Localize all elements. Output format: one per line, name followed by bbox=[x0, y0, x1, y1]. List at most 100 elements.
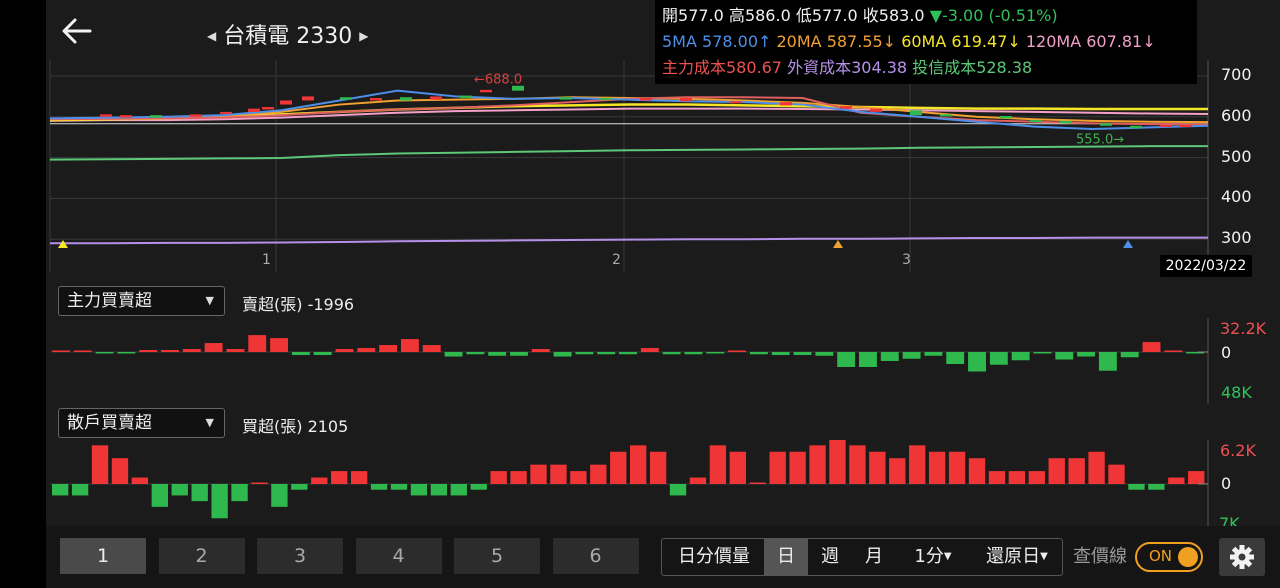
candle bbox=[600, 98, 612, 101]
indicator1-select[interactable]: 主力買賣超 ▼ bbox=[58, 286, 225, 316]
volume-bar bbox=[640, 348, 659, 352]
ma5-value: 5MA 578.00↑ bbox=[662, 32, 772, 51]
volume-bar bbox=[95, 352, 114, 354]
candle bbox=[1060, 120, 1072, 124]
volume-bar bbox=[946, 352, 965, 364]
volume-bar bbox=[470, 484, 487, 490]
volume-bar bbox=[749, 352, 768, 355]
stock-name: 台積電 bbox=[223, 24, 290, 49]
volume-bar bbox=[749, 482, 766, 484]
back-arrow-icon[interactable] bbox=[60, 14, 94, 48]
volume-bar bbox=[1028, 471, 1045, 484]
candle bbox=[870, 108, 882, 112]
caret-down-icon: ▼ bbox=[1040, 551, 1048, 562]
volume-bar bbox=[1033, 352, 1052, 354]
volume-bar bbox=[488, 352, 507, 356]
candle bbox=[1160, 124, 1172, 127]
page-tab-1[interactable]: 1 bbox=[60, 538, 146, 574]
volume-bar bbox=[370, 484, 388, 490]
candle bbox=[370, 98, 382, 101]
volume-bar bbox=[510, 471, 527, 484]
volume-bar bbox=[52, 484, 69, 496]
price-line-toggle[interactable]: ON bbox=[1135, 542, 1203, 572]
candle bbox=[430, 96, 442, 100]
main-cost: 主力成本580.67 bbox=[662, 58, 782, 77]
volume-bar bbox=[182, 349, 201, 352]
volume-bar bbox=[575, 352, 594, 355]
volume-bar bbox=[430, 484, 448, 496]
volume-bar bbox=[191, 484, 208, 502]
volume-bar bbox=[649, 451, 667, 484]
volume-bar bbox=[1077, 352, 1096, 357]
page-tab-5[interactable]: 5 bbox=[454, 538, 540, 574]
open-label: 開 bbox=[662, 6, 679, 25]
volume-bar bbox=[204, 343, 223, 352]
candle bbox=[940, 114, 952, 117]
page-tab-2[interactable]: 2 bbox=[158, 538, 245, 574]
next-stock-icon[interactable]: ▶ bbox=[359, 29, 368, 43]
x-tick-label: 1 bbox=[262, 252, 271, 268]
volume-bar bbox=[829, 440, 846, 484]
volume-bar bbox=[1008, 471, 1026, 484]
candle bbox=[560, 97, 572, 100]
volume-bar bbox=[450, 484, 467, 496]
volume-bar bbox=[111, 458, 129, 484]
tf-volume-button[interactable]: 日分價量 bbox=[668, 538, 760, 576]
candle bbox=[280, 100, 292, 105]
volume-bar bbox=[948, 451, 966, 484]
indicator1-summary: 賣超(張) -1996 bbox=[242, 295, 355, 314]
price-chart[interactable]: ←688.0 555.0→ bbox=[46, 60, 1280, 282]
high-label: 高 bbox=[728, 6, 745, 25]
tf-month-button[interactable]: 月 bbox=[854, 538, 894, 576]
candle bbox=[190, 114, 202, 117]
volume-bar bbox=[248, 335, 267, 352]
indicator2-chart[interactable] bbox=[46, 440, 1280, 526]
tf-day-button[interactable]: 日 bbox=[764, 538, 808, 576]
stock-code: 2330 bbox=[296, 24, 353, 49]
candle bbox=[840, 106, 852, 109]
volume-bar bbox=[1120, 352, 1139, 358]
restore-select[interactable]: 還原日▼ bbox=[975, 538, 1059, 576]
prev-stock-icon[interactable]: ◀ bbox=[207, 29, 216, 43]
volume-bar bbox=[1055, 352, 1074, 360]
candle bbox=[302, 96, 314, 101]
volume-bar bbox=[968, 352, 986, 372]
high-annotation: ←688.0 bbox=[474, 72, 522, 87]
indicator1-chart[interactable] bbox=[46, 318, 1280, 404]
tf-week-button[interactable]: 週 bbox=[810, 538, 850, 576]
candle bbox=[400, 97, 412, 101]
volume-bar bbox=[988, 471, 1006, 484]
volume-bar bbox=[662, 352, 681, 355]
volume-bar bbox=[989, 352, 1008, 365]
trust-cost: 投信成本528.38 bbox=[912, 58, 1033, 77]
y-tick-label: 300 bbox=[1221, 228, 1252, 248]
volume-bar bbox=[211, 484, 228, 519]
page-tab-4[interactable]: 4 bbox=[355, 538, 442, 574]
stock-title[interactable]: ◀ 台積電 2330 ▶ bbox=[207, 18, 368, 50]
volume-bar bbox=[531, 349, 550, 352]
close-value: 583.0 bbox=[878, 6, 925, 25]
y-tick-label: 700 bbox=[1221, 65, 1252, 84]
volume-bar bbox=[928, 451, 946, 484]
indicator2-select[interactable]: 散戶買賣超 ▼ bbox=[58, 408, 225, 438]
settings-button[interactable] bbox=[1219, 538, 1265, 576]
volume-bar bbox=[444, 352, 463, 357]
tf-minute-select[interactable]: 1分▼ bbox=[904, 538, 962, 576]
volume-bar bbox=[139, 350, 158, 352]
volume-bar bbox=[271, 484, 288, 507]
candle bbox=[248, 108, 260, 112]
volume-bar bbox=[117, 352, 136, 354]
indicator1-zero-label: 0 bbox=[1221, 343, 1232, 362]
volume-bar bbox=[880, 352, 899, 361]
page-tab-6[interactable]: 6 bbox=[552, 538, 639, 574]
y-tick-label: 500 bbox=[1221, 146, 1252, 166]
candle bbox=[1180, 124, 1192, 127]
volume-bar bbox=[728, 350, 747, 352]
page-tab-3[interactable]: 3 bbox=[257, 538, 343, 574]
volume-bar bbox=[619, 352, 637, 355]
volume-bar bbox=[313, 352, 332, 355]
volume-bar bbox=[553, 352, 572, 357]
ma20-value: 20MA 587.55↓ bbox=[776, 32, 897, 51]
volume-bar bbox=[357, 348, 376, 352]
volume-bar bbox=[335, 349, 354, 352]
